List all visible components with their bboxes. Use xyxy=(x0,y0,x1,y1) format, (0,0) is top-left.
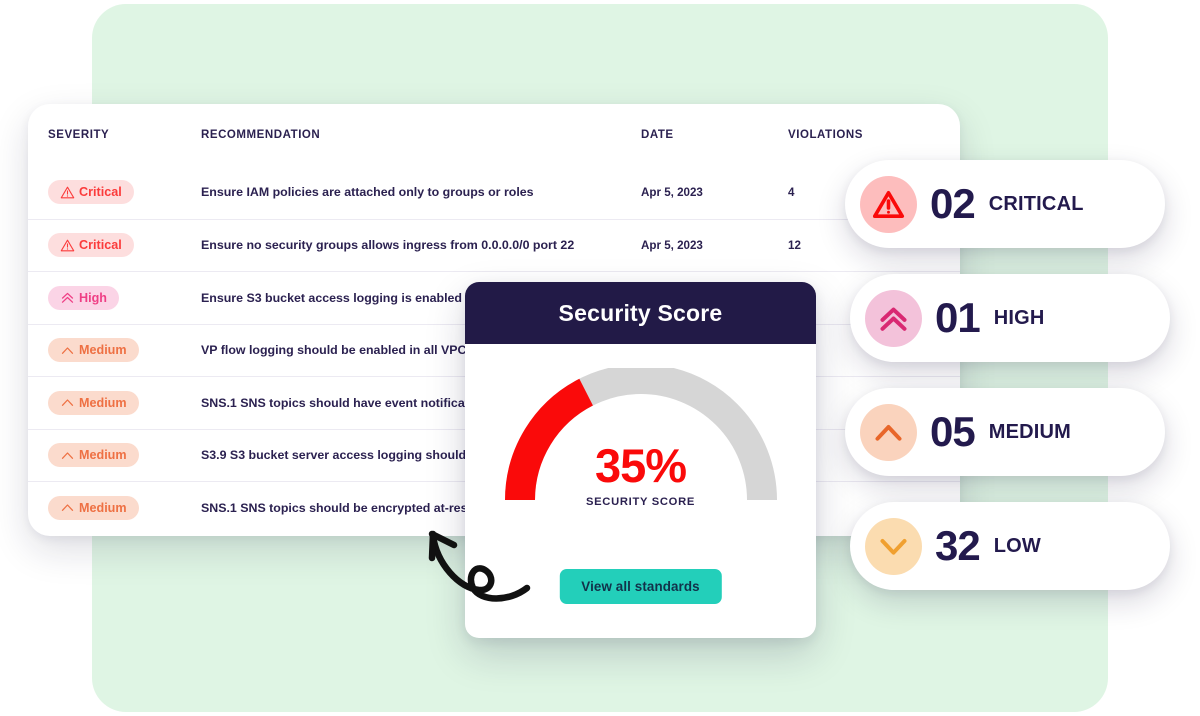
severity-badge: Medium xyxy=(48,443,139,467)
recommendation-text: Ensure IAM policies are attached only to… xyxy=(201,185,534,200)
screenshot-stage: SEVERITY RECOMMENDATION DATE VIOLATIONS … xyxy=(0,0,1200,716)
severity-badge: Medium xyxy=(48,495,139,520)
severity-badge-label: Medium xyxy=(79,395,127,410)
chip-count: 01 xyxy=(935,294,981,341)
chip-label: HIGH xyxy=(993,306,1045,329)
chevron-up-icon xyxy=(60,500,75,515)
table-row[interactable]: Critical Ensure no security groups allows… xyxy=(28,218,960,272)
severity-summary-chip-low[interactable]: 32 LOW xyxy=(850,502,1170,590)
column-header-date: DATE xyxy=(641,129,674,141)
date-text: Apr 5, 2023 xyxy=(641,238,703,252)
severity-badge-label: Critical xyxy=(79,238,122,252)
severity-badge: Critical xyxy=(48,233,134,257)
warning-triangle-icon xyxy=(60,238,75,253)
column-header-violations: VIOLATIONS xyxy=(788,129,863,141)
severity-badge: High xyxy=(48,285,119,310)
security-score-percent: 35% xyxy=(594,439,687,492)
view-all-standards-button[interactable]: View all standards xyxy=(559,569,722,604)
severity-badge-label: Medium xyxy=(79,448,127,462)
column-header-recommendation: RECOMMENDATION xyxy=(201,129,321,141)
column-header-severity: SEVERITY xyxy=(48,129,110,141)
chip-count: 05 xyxy=(930,408,976,455)
chevron-up-icon xyxy=(60,395,75,410)
recommendation-text: Ensure no security groups allows ingress… xyxy=(201,238,575,253)
severity-summary-chip-medium[interactable]: 05 MEDIUM xyxy=(845,388,1165,476)
severity-summary-chip-high[interactable]: 01 HIGH xyxy=(850,274,1170,362)
date-text: Apr 5, 2023 xyxy=(641,185,703,199)
severity-badge: Medium xyxy=(48,338,139,362)
double-chevron-up-icon xyxy=(60,290,75,305)
severity-badge-label: Critical xyxy=(79,185,122,199)
gauge-center-labels: 35% SECURITY SCORE xyxy=(496,442,786,508)
chip-label: LOW xyxy=(993,534,1041,557)
chip-label: CRITICAL xyxy=(988,192,1084,215)
chevron-up-icon xyxy=(60,448,75,463)
severity-badge: Critical xyxy=(48,180,134,204)
table-header-row: SEVERITY RECOMMENDATION DATE VIOLATIONS xyxy=(28,104,960,166)
security-score-card-header: Security Score xyxy=(465,282,816,344)
chevron-up-icon xyxy=(60,343,75,358)
double-chevron-up-icon xyxy=(865,289,922,347)
curved-arrow-icon xyxy=(428,530,531,602)
security-score-title: Security Score xyxy=(558,299,723,326)
table-row[interactable]: Critical Ensure IAM policies are attached… xyxy=(28,166,960,219)
chip-label: MEDIUM xyxy=(988,420,1072,443)
severity-badge: Medium xyxy=(48,390,139,415)
severity-badge-label: Medium xyxy=(79,343,127,357)
warning-triangle-icon xyxy=(60,185,75,200)
security-score-caption: SECURITY SCORE xyxy=(585,496,696,508)
chip-count: 32 xyxy=(935,522,981,569)
chip-count: 02 xyxy=(930,180,976,227)
severity-badge-label: High xyxy=(79,290,107,305)
warning-triangle-icon xyxy=(860,175,917,233)
chevron-down-icon xyxy=(865,517,922,575)
gauge-container: 35% SECURITY SCORE xyxy=(465,368,816,508)
severity-summary-chip-critical[interactable]: 02 CRITICAL xyxy=(845,160,1165,248)
security-score-gauge: 35% SECURITY SCORE xyxy=(496,368,786,516)
severity-badge-label: Medium xyxy=(79,500,127,515)
chevron-up-icon xyxy=(860,403,917,461)
curved-arrow-doodle xyxy=(415,518,540,618)
